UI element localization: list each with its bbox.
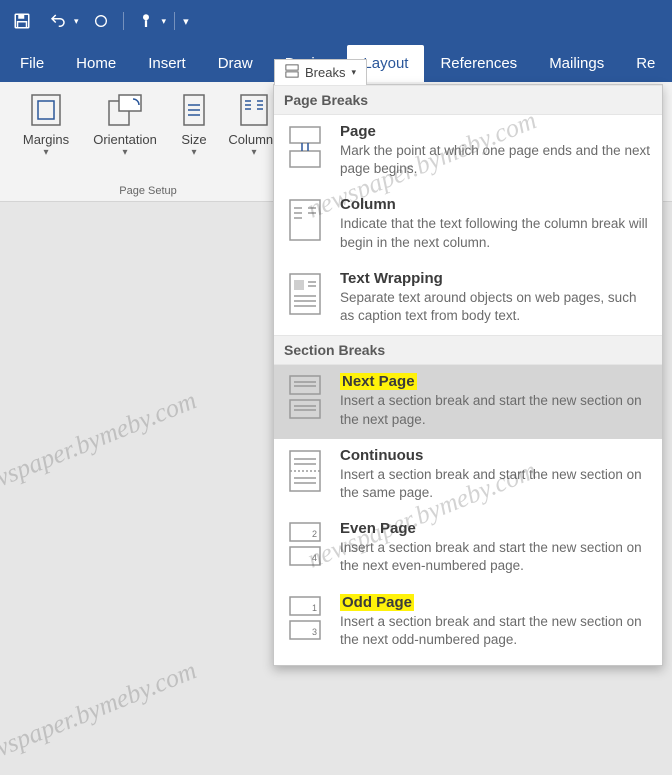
tab-mailings[interactable]: Mailings bbox=[533, 45, 620, 82]
menu-item-title: Column bbox=[340, 196, 652, 213]
menu-item-desc: Separate text around objects on web page… bbox=[340, 289, 652, 325]
undo-dropdown-icon[interactable]: ▾ bbox=[74, 16, 79, 27]
menu-item-desc: Insert a section break and start the new… bbox=[340, 392, 652, 428]
menu-item-title: Continuous bbox=[340, 447, 652, 464]
menu-item-next-page[interactable]: Next Page Insert a section break and sta… bbox=[274, 365, 662, 438]
menu-item-desc: Insert a section break and start the new… bbox=[340, 539, 652, 575]
size-button[interactable]: Size ▾ bbox=[170, 88, 218, 162]
size-icon bbox=[176, 92, 212, 128]
svg-text:3: 3 bbox=[312, 627, 317, 637]
breaks-icon bbox=[285, 64, 299, 81]
tab-insert[interactable]: Insert bbox=[132, 45, 202, 82]
continuous-break-icon bbox=[284, 447, 326, 495]
page-break-icon bbox=[284, 123, 326, 171]
undo-icon[interactable] bbox=[44, 7, 72, 35]
page-setup-group-label: Page Setup bbox=[119, 185, 177, 201]
menu-header-section-breaks: Section Breaks bbox=[274, 335, 662, 365]
text-wrapping-icon bbox=[284, 270, 326, 318]
chevron-down-icon: ▾ bbox=[251, 147, 256, 158]
menu-item-odd-page[interactable]: 13 Odd Page Insert a section break and s… bbox=[274, 586, 662, 659]
columns-icon bbox=[236, 92, 272, 128]
watermark: newspaper.bymeby.com bbox=[0, 385, 201, 504]
svg-text:1: 1 bbox=[312, 603, 317, 613]
breaks-button[interactable]: Breaks ▾ bbox=[274, 59, 367, 85]
menu-header-page-breaks: Page Breaks bbox=[274, 85, 662, 115]
menu-item-desc: Insert a section break and start the new… bbox=[340, 613, 652, 649]
next-page-break-icon bbox=[284, 373, 326, 421]
size-label: Size bbox=[181, 132, 206, 147]
menu-item-title: Next Page bbox=[340, 373, 652, 390]
menu-item-continuous[interactable]: Continuous Insert a section break and st… bbox=[274, 439, 662, 512]
svg-text:2: 2 bbox=[312, 529, 317, 539]
svg-text:4: 4 bbox=[312, 553, 317, 563]
orientation-label: Orientation bbox=[93, 132, 157, 147]
menu-item-title: Odd Page bbox=[340, 594, 652, 611]
menu-item-page[interactable]: Page Mark the point at which one page en… bbox=[274, 115, 662, 188]
watermark: newspaper.bymeby.com bbox=[0, 655, 201, 774]
touch-mode-icon[interactable] bbox=[132, 7, 160, 35]
menu-item-even-page[interactable]: 24 Even Page Insert a section break and … bbox=[274, 512, 662, 585]
menu-item-title: Even Page bbox=[340, 520, 652, 537]
breaks-dropdown-menu: Breaks ▾ Page Breaks Page Mark the point… bbox=[273, 84, 663, 666]
menu-item-desc: Indicate that the text following the col… bbox=[340, 215, 652, 251]
menu-item-title: Text Wrapping bbox=[340, 270, 652, 287]
margins-icon bbox=[28, 92, 64, 128]
even-page-break-icon: 24 bbox=[284, 520, 326, 568]
column-break-icon bbox=[284, 196, 326, 244]
quick-access-toolbar: ▾ ▾ ▾ bbox=[0, 0, 672, 42]
qat-separator bbox=[123, 12, 124, 30]
tab-references[interactable]: References bbox=[424, 45, 533, 82]
margins-label: Margins bbox=[23, 132, 69, 147]
tab-home[interactable]: Home bbox=[60, 45, 132, 82]
tab-review-partial[interactable]: Re bbox=[620, 45, 655, 82]
ribbon-group-page-setup: Margins ▾ Orientation ▾ Size ▾ bbox=[6, 88, 290, 201]
chevron-down-icon: ▾ bbox=[122, 147, 127, 158]
menu-item-text-wrapping[interactable]: Text Wrapping Separate text around objec… bbox=[274, 262, 662, 335]
touch-dropdown-icon[interactable]: ▾ bbox=[162, 16, 167, 27]
customize-qat-icon[interactable]: ▾ bbox=[183, 15, 189, 28]
menu-item-desc: Insert a section break and start the new… bbox=[340, 466, 652, 502]
orientation-icon bbox=[107, 92, 143, 128]
chevron-down-icon: ▾ bbox=[191, 147, 196, 158]
menu-item-title: Page bbox=[340, 123, 652, 140]
menu-item-desc: Mark the point at which one page ends an… bbox=[340, 142, 652, 178]
columns-label: Columns bbox=[228, 132, 279, 147]
chevron-down-icon: ▾ bbox=[351, 67, 356, 78]
save-icon[interactable] bbox=[8, 7, 36, 35]
tab-file[interactable]: File bbox=[4, 45, 60, 82]
margins-button[interactable]: Margins ▾ bbox=[12, 88, 80, 162]
breaks-button-label: Breaks bbox=[305, 65, 345, 80]
orientation-button[interactable]: Orientation ▾ bbox=[86, 88, 164, 162]
redo-icon[interactable] bbox=[87, 7, 115, 35]
menu-item-column[interactable]: Column Indicate that the text following … bbox=[274, 188, 662, 261]
tab-draw[interactable]: Draw bbox=[202, 45, 269, 82]
chevron-down-icon: ▾ bbox=[43, 147, 48, 158]
qat-separator-2 bbox=[174, 12, 175, 30]
odd-page-break-icon: 13 bbox=[284, 594, 326, 642]
